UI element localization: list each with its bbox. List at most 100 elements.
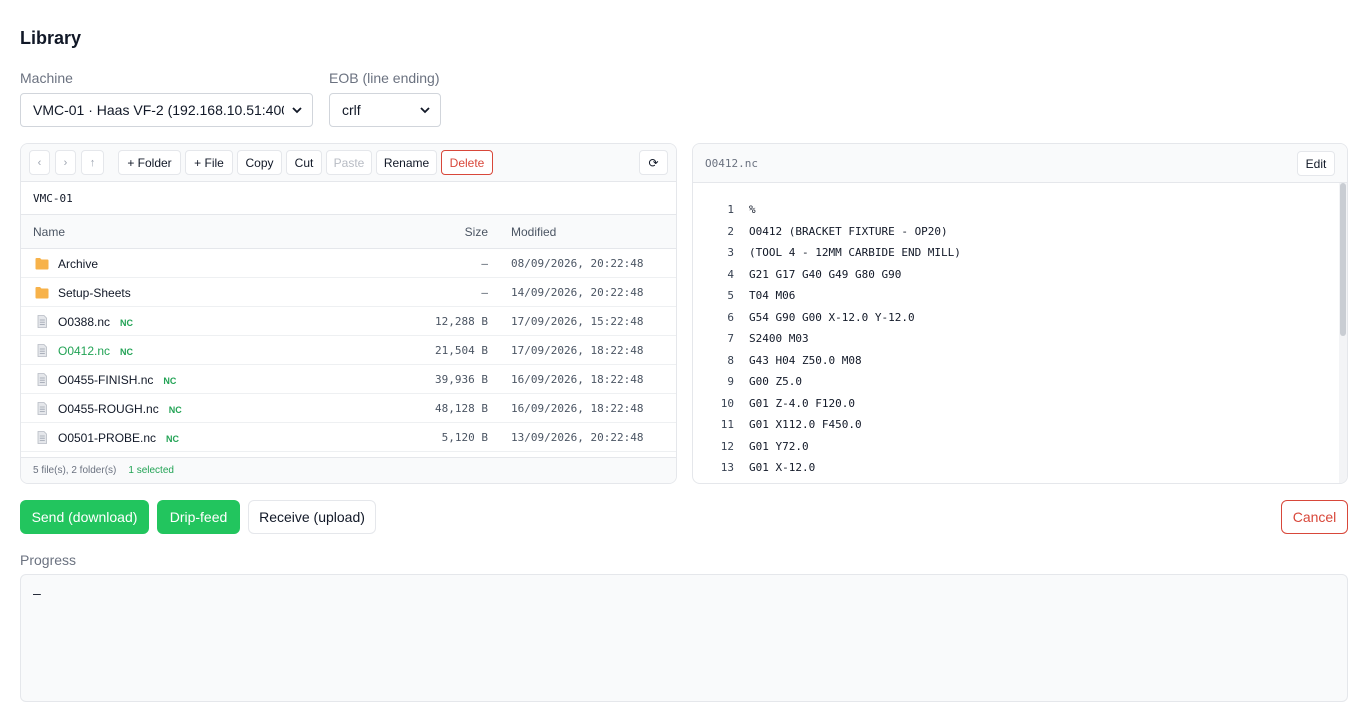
viewer-filename: O0412.nc [705,157,758,170]
line-number: 8 [727,353,734,367]
file-modified: 17/09/2026, 15:22:48 [511,315,644,328]
file-size: — [481,286,488,299]
send-button[interactable]: Send (download) [20,500,149,534]
file-size: 12,288 B [435,315,488,328]
up-button[interactable]: ↑ [81,150,104,175]
code-line: 7 S2400 M03 [693,328,1337,349]
folder-row[interactable]: Setup-Sheets — 14/09/2026, 20:22:48 [21,278,676,307]
cut-button[interactable]: Cut [286,150,322,175]
file-name-text: Setup-Sheets [58,286,131,300]
line-number: 5 [727,289,734,302]
eob-select-value: crlf [342,102,361,118]
column-modified[interactable]: Modified [511,225,556,239]
file-count: 5 file(s), 2 folder(s) [33,465,117,476]
file-modified: 13/09/2026, 20:22:48 [511,431,644,444]
file-modified: 16/09/2026, 18:22:48 [511,373,644,386]
eob-select[interactable]: crlf [329,93,441,127]
line-number: 4 [727,267,734,281]
new-file-button[interactable]: + File [185,150,233,175]
file-name: O0455-ROUGH.nc NC [58,402,182,416]
chevron-down-icon [420,107,430,114]
nc-badge: NC [120,318,134,328]
file-icon [35,373,49,386]
delete-button[interactable]: Delete [441,150,493,175]
code-line: 3 (TOOL 4 - 12MM CARBIDE END MILL) [693,242,1337,263]
line-number: 10 [720,396,734,410]
file-row[interactable]: O0455-FINISH.nc NC 39,936 B 16/09/2026, 18:… [21,365,676,394]
column-name[interactable]: Name [33,225,65,239]
browser-toolbar: ‹ › ↑ + Folder + File Copy Cut Paste Ren… [21,144,676,182]
progress-output: – [20,574,1348,702]
viewer-header: O0412.nc Edit [693,144,1347,183]
new-folder-button[interactable]: + Folder [118,150,181,175]
nc-badge: NC [168,405,182,415]
file-row[interactable]: O0388.nc NC 12,288 B 17/09/2026, 15:22:48 [21,307,676,336]
back-button[interactable]: ‹ [29,150,50,175]
code-view[interactable]: 1% 2 O0412 (BRACKET FIXTURE - OP20) 3 (TOOL … [693,183,1347,483]
code-line: 10 G01 Z-4.0 F120.0 [693,393,1337,414]
refresh-button[interactable]: ⟳ [639,150,668,175]
file-name: O0388.nc NC [58,315,133,329]
progress-value: – [33,587,41,602]
file-table-header: Name Size Modified [21,215,676,249]
line-text: G43 H04 Z50.0 M08 [749,353,862,367]
file-row[interactable]: O0501-PROBE.nc NC 5,120 B 13/09/2026, 20:22… [21,423,676,452]
code-line: 2 O0412 (BRACKET FIXTURE - OP20) [693,221,1337,242]
code-line: 6 G54 G90 G00 X-12.0 Y-12.0 [693,307,1337,328]
line-number: 9 [727,375,734,388]
line-text: O0412 (BRACKET FIXTURE - OP20) [749,224,948,238]
line-text: G21 G17 G40 G49 G80 G90 [749,267,902,281]
rename-button[interactable]: Rename [376,150,437,175]
refresh-icon: ⟳ [648,155,659,170]
forward-button[interactable]: › [55,150,76,175]
file-icon [35,402,49,415]
copy-button[interactable]: Copy [237,150,282,175]
line-text: (TOOL 4 - 12MM CARBIDE END MILL) [749,246,961,259]
file-size: — [481,257,488,270]
folder-row[interactable]: Archive — 08/09/2026, 20:22:48 [21,249,676,278]
line-number: 11 [720,418,734,431]
file-name: O0455-FINISH.nc NC [58,373,176,387]
file-name-text: O0501-PROBE.nc [58,431,157,445]
file-size: 5,120 B [441,431,488,444]
file-name-text: O0455-ROUGH.nc [58,402,159,416]
code-line: 13 G01 X-12.0 [693,457,1337,478]
machine-select[interactable]: VMC-01 · Haas VF-2 (192.168.10.51:4001) [20,93,313,127]
code-line: 8 G43 H04 Z50.0 M08 [693,350,1337,371]
machine-label: Machine [20,70,73,86]
edit-button[interactable]: Edit [1297,151,1335,176]
scrollbar-thumb[interactable] [1340,183,1346,336]
line-text: G01 X112.0 F450.0 [749,418,862,431]
progress-label: Progress [20,552,77,568]
line-text: G54 G90 G00 X-12.0 Y-12.0 [749,310,915,324]
eob-label: EOB (line ending) [329,70,440,86]
page-title: Library [20,28,82,48]
column-size[interactable]: Size [465,225,488,239]
drip-feed-button[interactable]: Drip-feed [157,500,240,534]
folder-icon [35,286,49,299]
selection-count: 1 selected [128,465,174,476]
line-number: 3 [727,246,734,259]
receive-button[interactable]: Receive (upload) [248,500,376,534]
line-text: G01 Z-4.0 F120.0 [749,396,855,410]
paste-button[interactable]: Paste [326,150,372,175]
cancel-button[interactable]: Cancel [1281,500,1348,534]
code-line: 1% [693,199,1337,220]
file-row[interactable]: O0412.nc NC 21,504 B 17/09/2026, 18:22:48 [21,336,676,365]
file-icon [35,344,49,357]
line-text: % [749,203,756,216]
code-line: 5 T04 M06 [693,285,1337,306]
line-number: 7 [727,332,734,345]
scrollbar[interactable] [1339,183,1347,483]
line-text: G00 Z5.0 [749,375,802,388]
file-icon [35,431,49,444]
line-number: 12 [720,439,734,453]
file-viewer: O0412.nc Edit 1% 2 O0412 (BRACKET FIXTURE … [692,143,1348,484]
line-text: G01 X-12.0 [749,461,816,474]
file-size: 21,504 B [435,344,488,357]
file-icon [35,315,49,328]
line-number: 13 [720,461,734,474]
file-size: 39,936 B [435,373,488,386]
file-row[interactable]: O0455-ROUGH.nc NC 48,128 B 16/09/2026, 18:2… [21,394,676,423]
file-name: Archive [58,257,98,271]
